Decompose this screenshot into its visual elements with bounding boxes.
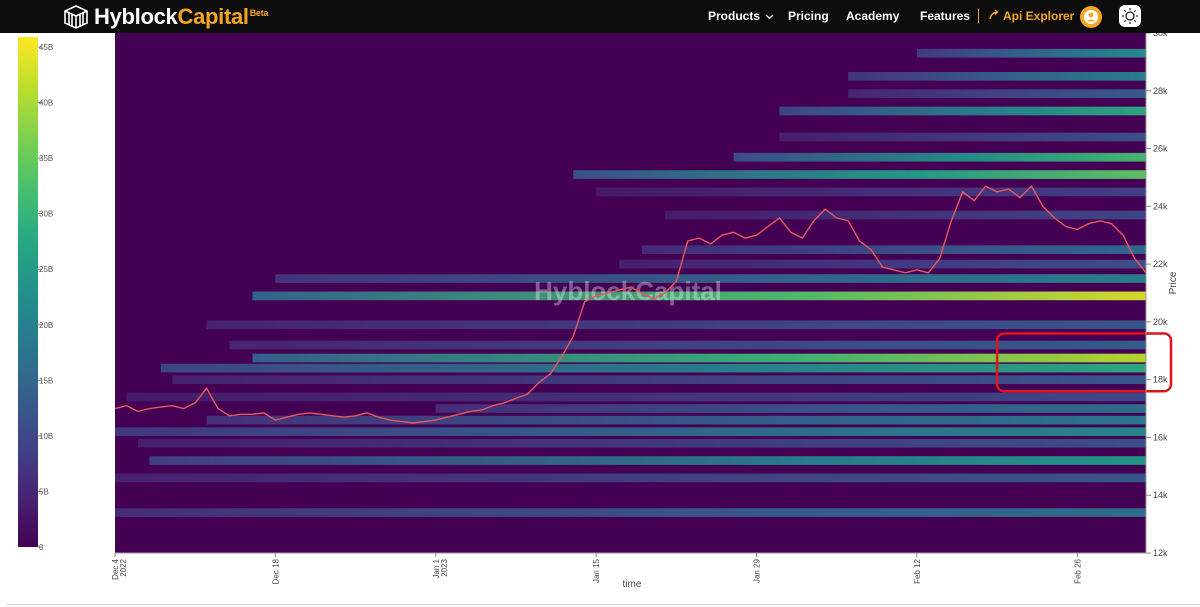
sun-icon [1122, 8, 1138, 24]
y-tick-label: 12k [1153, 548, 1168, 558]
nav-academy[interactable]: Academy [846, 9, 899, 23]
colorbar-tick-label: 10B [39, 432, 53, 441]
liquidation-band [779, 132, 1146, 142]
colorbar-tick-label: 5B [39, 487, 49, 496]
x-tick-label: Jan 15 [592, 558, 601, 583]
liquidation-band [172, 375, 1146, 384]
liquidation-band [252, 353, 1146, 363]
x-tick-label: Feb 12 [913, 558, 922, 583]
y-tick-label: 22k [1153, 259, 1168, 269]
api-explorer-icon [989, 9, 999, 20]
chart-watermark: HyblockCapital [534, 276, 722, 306]
liquidation-band [779, 106, 1146, 116]
colorbar-tick-label: 20B [39, 321, 53, 330]
liquidation-band [641, 245, 1146, 254]
chevron-down-icon [765, 14, 774, 20]
y-tick-label: 18k [1153, 375, 1168, 385]
colorbar: 0 5B 10B 15B 20B 25B 30B 35B 40B 45B [18, 37, 53, 552]
top-navigation-bar: HyblockCapitalBeta Products Pricing Acad… [0, 0, 1200, 33]
liquidation-band [137, 438, 1146, 448]
liquidation-band [206, 320, 1147, 330]
hyblock-logo-icon [64, 4, 88, 29]
colorbar-tick-label: 30B [39, 210, 53, 219]
x-axis-label: time [623, 579, 642, 590]
liquidation-band [115, 427, 1146, 436]
liquidation-band [229, 340, 1147, 350]
frame-divider [6, 604, 1200, 605]
nav-separator [978, 9, 979, 23]
liquidation-band [149, 456, 1146, 465]
liquidation-heatmap-chart: HyblockCapital 12k 14k 16k 18k 20k 22k 24k 26k 28… [111, 33, 1179, 590]
y-tick-label: 28k [1153, 86, 1168, 96]
liquidation-band [126, 392, 1146, 402]
liquidation-band [848, 89, 1146, 98]
colorbar-tick-label: 0 [39, 543, 44, 552]
liquidation-band [596, 187, 1146, 197]
logo-text: HyblockCapitalBeta [94, 3, 269, 29]
liquidation-band [848, 72, 1146, 81]
nav-api-explorer[interactable]: Api Explorer [988, 9, 1074, 23]
liquidation-band [733, 152, 1146, 162]
x-tick-label: 2022 [119, 558, 128, 576]
colorbar-tick-label: 25B [39, 265, 53, 274]
x-tick-label: 2023 [440, 558, 449, 576]
beta-badge: Beta [249, 7, 269, 18]
user-avatar-button[interactable] [1080, 6, 1102, 28]
liquidation-band [115, 508, 1146, 517]
liquidation-band [115, 473, 1146, 483]
colorbar-tick-label: 15B [39, 376, 53, 385]
nav-pricing[interactable]: Pricing [788, 9, 829, 23]
x-tick-label: Jan 29 [753, 558, 762, 583]
theme-toggle-button[interactable] [1119, 5, 1141, 27]
y-tick-label: 30k [1153, 33, 1168, 38]
nav-features[interactable]: Features [920, 9, 970, 23]
y-tick-label: 26k [1153, 144, 1168, 154]
user-avatar-icon [1084, 10, 1098, 24]
colorbar-gradient [18, 37, 38, 547]
y-tick-label: 20k [1153, 317, 1168, 327]
y-tick-label: 24k [1153, 201, 1168, 211]
liquidation-band [916, 48, 1146, 58]
nav-products[interactable]: Products [708, 9, 774, 23]
y-tick-label: 14k [1153, 490, 1168, 500]
x-tick-label: Dec 18 [271, 558, 280, 584]
colorbar-tick-label: 35B [39, 154, 53, 163]
liquidation-band [573, 170, 1146, 179]
liquidation-band [435, 404, 1146, 413]
y-axis-label: Price [1168, 271, 1179, 294]
colorbar-tick-label: 45B [39, 43, 53, 52]
liquidation-band [664, 210, 1146, 220]
colorbar-tick-label: 40B [39, 99, 53, 108]
x-tick-label: Feb 26 [1073, 558, 1082, 583]
y-tick-label: 16k [1153, 432, 1168, 442]
hyblock-logo[interactable]: HyblockCapitalBeta [62, 3, 268, 30]
